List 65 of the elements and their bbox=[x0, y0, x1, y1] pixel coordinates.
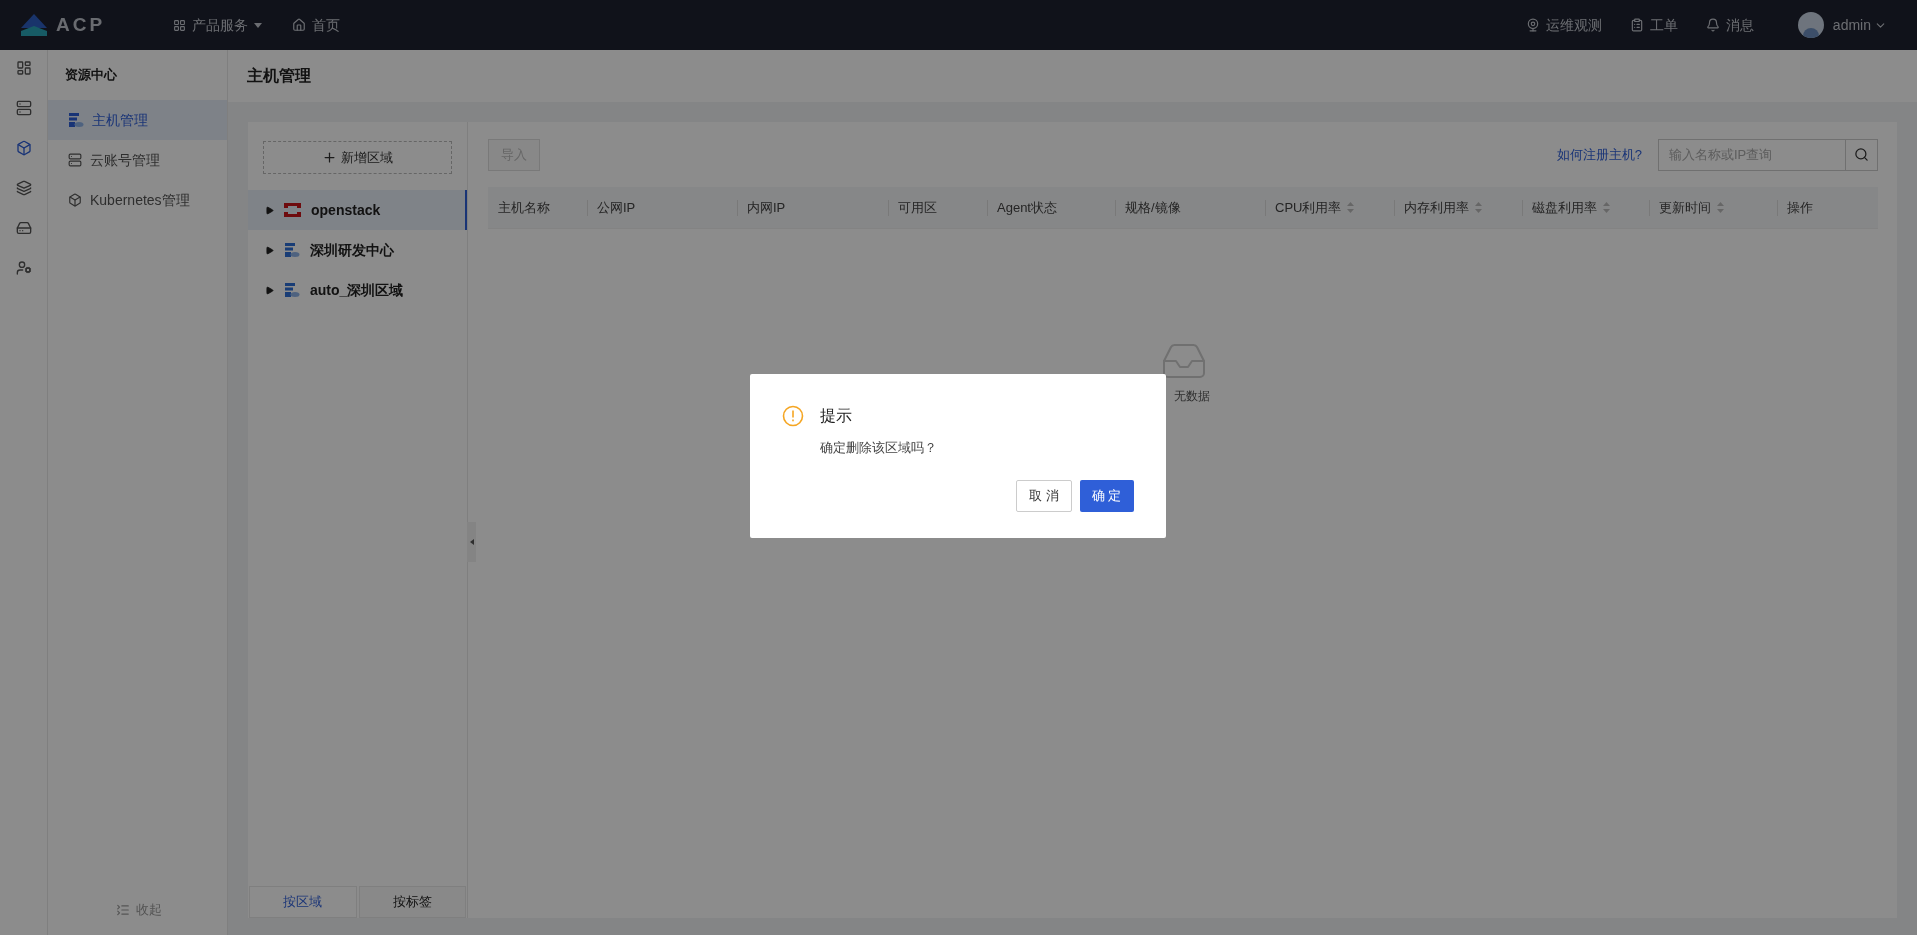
page-title: 主机管理 bbox=[247, 66, 311, 86]
layers-icon[interactable] bbox=[15, 180, 32, 196]
column-header: 可用区 bbox=[898, 198, 937, 217]
webcam-icon bbox=[1525, 18, 1540, 32]
bell-icon bbox=[1705, 18, 1720, 32]
column-header[interactable]: CPU利用率 bbox=[1275, 197, 1342, 218]
dashboard-icon[interactable] bbox=[15, 60, 32, 76]
caret-left-icon bbox=[469, 539, 474, 545]
column-header: 操作 bbox=[1787, 198, 1813, 217]
logo-text: ACP bbox=[56, 12, 106, 37]
sidebar-title: 资源中心 bbox=[64, 66, 118, 85]
plus-icon bbox=[322, 150, 337, 165]
column-header: 内网IP bbox=[747, 198, 786, 217]
confirm-button[interactable]: 确 定 bbox=[1079, 479, 1134, 512]
ticket-link[interactable]: 工单 bbox=[1629, 14, 1678, 36]
expand-icon bbox=[265, 285, 274, 295]
server-icon bbox=[68, 153, 82, 167]
cube-icon bbox=[68, 193, 82, 207]
openstack-icon bbox=[284, 203, 301, 217]
user-menu[interactable]: admin bbox=[1832, 14, 1887, 36]
logo-icon bbox=[18, 13, 50, 37]
expand-icon bbox=[265, 205, 274, 215]
dialog-message: 确定删除该区域吗？ bbox=[819, 439, 938, 457]
dialog-title: 提示 bbox=[819, 406, 852, 426]
add-region-button[interactable]: 新增区域 bbox=[263, 141, 452, 174]
host-icon[interactable] bbox=[15, 220, 32, 236]
caret-icon bbox=[254, 22, 262, 28]
sidebar-item[interactable]: 主机管理 bbox=[48, 100, 227, 140]
sidebar-item[interactable]: 云账号管理 bbox=[48, 140, 227, 180]
tree-tab[interactable]: 按标签 bbox=[358, 886, 466, 918]
column-header: 主机名称 bbox=[498, 198, 550, 217]
tree-item[interactable]: openstack bbox=[248, 190, 467, 230]
user-avatar[interactable] bbox=[1797, 12, 1824, 38]
tree-item[interactable]: auto_深圳区域 bbox=[248, 270, 467, 310]
observe-link[interactable]: 运维观测 bbox=[1525, 14, 1602, 36]
clipboard-icon bbox=[1629, 18, 1644, 32]
column-header: 公网IP bbox=[597, 198, 636, 217]
grid-icon bbox=[173, 18, 186, 32]
search-button[interactable] bbox=[1846, 138, 1878, 171]
empty-text: 无数据 bbox=[1174, 388, 1210, 405]
column-header: Agent状态 bbox=[997, 198, 1057, 217]
column-header: 规格/镜像 bbox=[1125, 198, 1181, 217]
expand-icon bbox=[265, 245, 274, 255]
collapse-handle[interactable] bbox=[467, 522, 476, 562]
cube-icon[interactable] bbox=[15, 140, 32, 156]
search-icon bbox=[1854, 147, 1869, 162]
tree-item[interactable]: 深圳研发中心 bbox=[248, 230, 467, 270]
tree-tab[interactable]: 按区域 bbox=[249, 886, 357, 918]
warning-icon bbox=[781, 405, 804, 427]
help-link[interactable]: 如何注册主机? bbox=[1556, 144, 1642, 165]
message-link[interactable]: 消息 bbox=[1705, 14, 1754, 36]
server-icon[interactable] bbox=[15, 100, 32, 116]
home-link[interactable]: 首页 bbox=[292, 14, 340, 36]
product-menu[interactable]: 产品服务 bbox=[173, 14, 262, 36]
cancel-button[interactable]: 取 消 bbox=[1016, 479, 1072, 512]
column-header[interactable]: 磁盘利用率 bbox=[1532, 197, 1597, 218]
column-header[interactable]: 更新时间 bbox=[1659, 197, 1711, 218]
collapse-icon bbox=[116, 903, 130, 917]
column-header[interactable]: 内存利用率 bbox=[1404, 197, 1469, 218]
server-cloud-icon bbox=[68, 112, 84, 128]
sidebar-item[interactable]: Kubernetes管理 bbox=[48, 180, 227, 220]
server-cloud-icon bbox=[284, 242, 300, 258]
server-cloud-icon bbox=[284, 282, 300, 298]
home-icon bbox=[292, 18, 306, 32]
user-icon[interactable] bbox=[15, 260, 32, 276]
